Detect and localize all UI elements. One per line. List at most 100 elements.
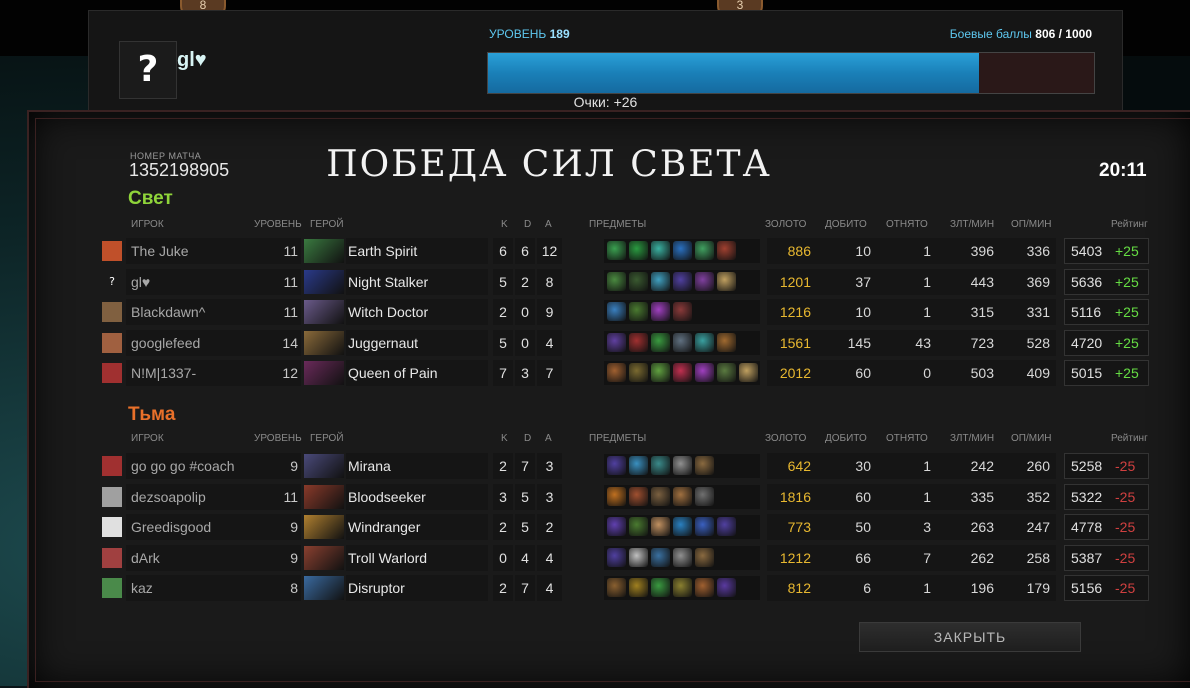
player-row[interactable]: ? gl♥ 11 Night Stalker 5 2 8 1201 37 1 443 369 5636 +… xyxy=(102,268,1152,295)
item-icon[interactable] xyxy=(607,456,626,475)
player-row[interactable]: Blackdawn^ 11 Witch Doctor 2 0 9 1216 10 1 315 331… xyxy=(102,299,1152,325)
item-icon[interactable] xyxy=(695,241,714,260)
item-icon[interactable] xyxy=(739,363,758,382)
item-icon[interactable] xyxy=(673,241,692,260)
player-avatar-icon[interactable]: ? xyxy=(102,271,122,292)
player-avatar-icon[interactable] xyxy=(102,578,122,598)
player-row[interactable]: Greedisgood 9 Windranger 2 5 2 773 50 3 263 247 477… xyxy=(102,514,1152,540)
item-icon[interactable] xyxy=(651,332,670,352)
player-avatar-icon[interactable] xyxy=(102,302,122,322)
item-icon[interactable] xyxy=(695,332,714,352)
item-icon[interactable] xyxy=(629,517,648,536)
player-name[interactable]: gl♥ xyxy=(126,268,276,295)
player-row[interactable]: dezsoapolip 11 Bloodseeker 3 5 3 1816 60 1 335 352… xyxy=(102,483,1152,510)
item-icon[interactable] xyxy=(651,363,670,382)
item-icon[interactable] xyxy=(629,332,648,352)
item-icon[interactable] xyxy=(717,241,736,260)
rating-value: 5636 xyxy=(1071,273,1103,290)
item-icon[interactable] xyxy=(717,332,736,352)
item-icon[interactable] xyxy=(673,547,692,567)
hero-portrait-icon[interactable] xyxy=(304,545,344,570)
player-name[interactable]: The Juke xyxy=(126,238,276,264)
xpm-value: 260 xyxy=(998,453,1056,479)
hero-portrait-icon[interactable] xyxy=(304,484,344,509)
hero-portrait-icon[interactable] xyxy=(304,515,344,539)
player-row[interactable]: The Juke 11 Earth Spirit 6 6 12 886 10 1 396 336 54… xyxy=(102,238,1152,264)
avatar[interactable]: ? xyxy=(119,41,177,99)
item-icon[interactable] xyxy=(673,578,692,597)
item-icon[interactable] xyxy=(695,547,714,567)
item-icon[interactable] xyxy=(629,363,648,382)
hero-portrait-icon[interactable] xyxy=(304,239,344,263)
close-button[interactable]: ЗАКРЫТЬ xyxy=(859,622,1081,652)
item-icon[interactable] xyxy=(607,241,626,260)
item-icon[interactable] xyxy=(673,456,692,475)
item-icon[interactable] xyxy=(629,271,648,291)
player-row[interactable]: go go go #coach 9 Mirana 2 7 3 642 30 1 242 260 525… xyxy=(102,453,1152,479)
item-icon[interactable] xyxy=(607,271,626,291)
item-icon[interactable] xyxy=(695,363,714,382)
hero-portrait-icon[interactable] xyxy=(304,269,344,294)
item-icon[interactable] xyxy=(629,578,648,597)
player-avatar-icon[interactable] xyxy=(102,456,122,476)
item-icon[interactable] xyxy=(717,517,736,536)
item-icon[interactable] xyxy=(717,578,736,597)
item-icon[interactable] xyxy=(695,517,714,536)
item-icon[interactable] xyxy=(651,302,670,321)
player-row[interactable]: kaz 8 Disruptor 2 7 4 812 6 1 196 179 5156 -25 xyxy=(102,575,1152,601)
item-icon[interactable] xyxy=(651,241,670,260)
item-icon[interactable] xyxy=(651,456,670,475)
player-name[interactable]: dezsoapolip xyxy=(126,483,276,510)
player-avatar-icon[interactable] xyxy=(102,332,122,353)
player-name[interactable]: Greedisgood xyxy=(126,514,276,540)
item-icon[interactable] xyxy=(673,363,692,382)
item-icon[interactable] xyxy=(607,517,626,536)
hero-portrait-icon[interactable] xyxy=(304,330,344,355)
item-icon[interactable] xyxy=(651,547,670,567)
item-icon[interactable] xyxy=(651,517,670,536)
item-icon[interactable] xyxy=(651,578,670,597)
player-avatar-icon[interactable] xyxy=(102,547,122,568)
item-icon[interactable] xyxy=(629,547,648,567)
item-icon[interactable] xyxy=(607,578,626,597)
player-name[interactable]: Blackdawn^ xyxy=(126,299,276,325)
player-avatar-icon[interactable] xyxy=(102,363,122,383)
item-icon[interactable] xyxy=(717,363,736,382)
item-icon[interactable] xyxy=(673,486,692,506)
item-icon[interactable] xyxy=(673,517,692,536)
item-icon[interactable] xyxy=(651,486,670,506)
item-icon[interactable] xyxy=(695,578,714,597)
player-avatar-icon[interactable] xyxy=(102,241,122,261)
player-name[interactable]: googlefeed xyxy=(126,329,276,356)
player-row[interactable]: dArk 9 Troll Warlord 0 4 4 1212 66 7 262 258 5387 -2… xyxy=(102,544,1152,571)
item-icon[interactable] xyxy=(629,241,648,260)
item-icon[interactable] xyxy=(629,456,648,475)
item-icon[interactable] xyxy=(673,271,692,291)
player-name[interactable]: go go go #coach xyxy=(126,453,276,479)
player-row[interactable]: googlefeed 14 Juggernaut 5 0 4 1561 145 43 723 528… xyxy=(102,329,1152,356)
hero-portrait-icon[interactable] xyxy=(304,454,344,478)
item-icon[interactable] xyxy=(607,363,626,382)
item-icon[interactable] xyxy=(695,486,714,506)
player-row[interactable]: N!M|1337- 12 Queen of Pain 7 3 7 2012 60 0 503 409… xyxy=(102,360,1152,386)
player-name[interactable]: dArk xyxy=(126,544,276,571)
item-icon[interactable] xyxy=(651,271,670,291)
hero-portrait-icon[interactable] xyxy=(304,361,344,385)
player-avatar-icon[interactable] xyxy=(102,486,122,507)
item-icon[interactable] xyxy=(607,302,626,321)
item-icon[interactable] xyxy=(607,547,626,567)
hero-portrait-icon[interactable] xyxy=(304,300,344,324)
player-name[interactable]: kaz xyxy=(126,575,276,601)
player-avatar-icon[interactable] xyxy=(102,517,122,537)
item-icon[interactable] xyxy=(629,302,648,321)
item-icon[interactable] xyxy=(673,332,692,352)
item-icon[interactable] xyxy=(629,486,648,506)
item-icon[interactable] xyxy=(673,302,692,321)
item-icon[interactable] xyxy=(695,456,714,475)
item-icon[interactable] xyxy=(607,332,626,352)
item-icon[interactable] xyxy=(695,271,714,291)
player-name[interactable]: N!M|1337- xyxy=(126,360,276,386)
item-icon[interactable] xyxy=(717,271,736,291)
item-icon[interactable] xyxy=(607,486,626,506)
hero-portrait-icon[interactable] xyxy=(304,576,344,600)
